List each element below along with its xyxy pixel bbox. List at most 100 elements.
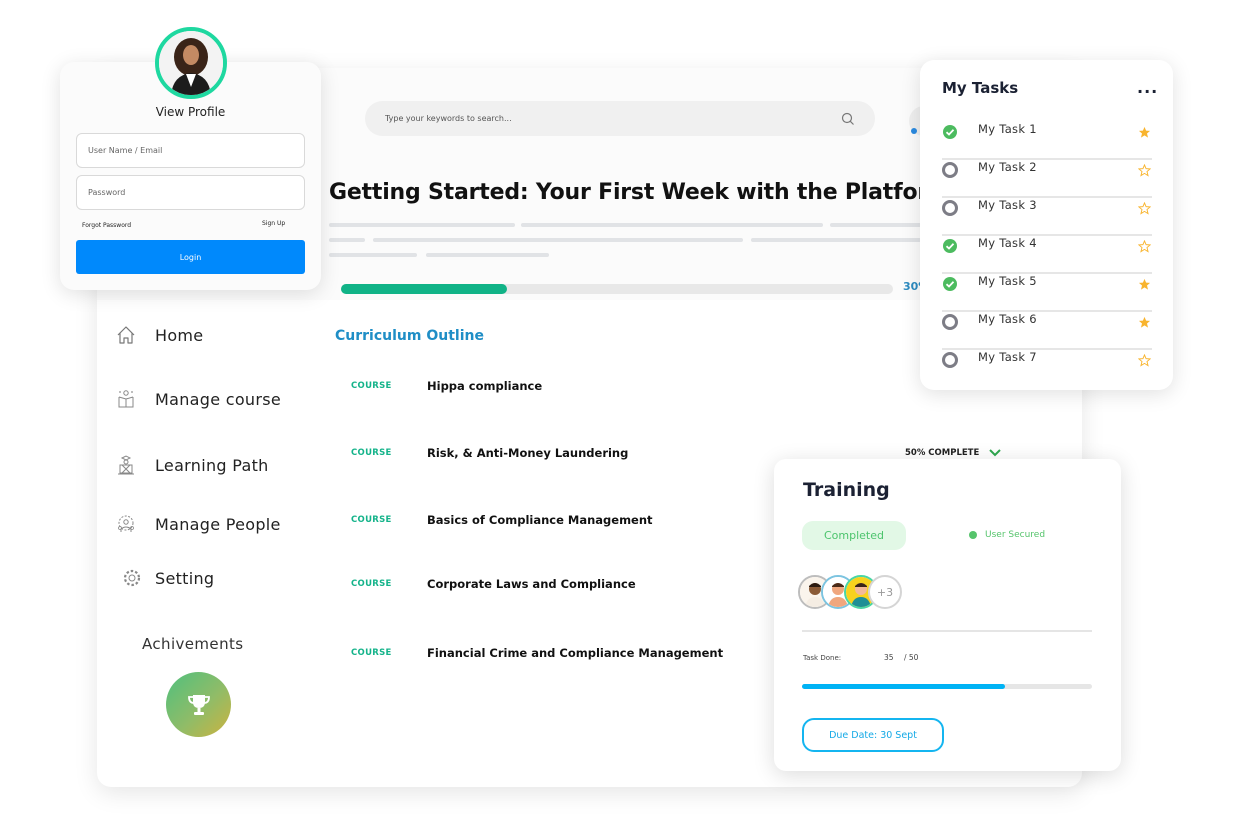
- course-name: Risk, & Anti-Money Laundering: [427, 446, 629, 460]
- course-completion-label: 50% COMPLETE: [905, 448, 980, 458]
- sidebar-item-learning-path[interactable]: Learning Path: [115, 454, 269, 476]
- task-label: My Task 1: [978, 122, 1037, 136]
- empty-circle-icon[interactable]: [942, 352, 958, 368]
- course-progress-fill: [341, 284, 507, 294]
- divider: [802, 630, 1092, 632]
- course-row[interactable]: COURSE Financial Crime and Compliance Ma…: [351, 646, 723, 660]
- status-dot-icon: [969, 531, 977, 539]
- book-icon: [115, 388, 137, 410]
- star-outline-icon[interactable]: [1138, 202, 1151, 215]
- training-progress-track: [802, 684, 1092, 689]
- curriculum-title: Curriculum Outline: [335, 328, 484, 344]
- course-tag: COURSE: [351, 448, 392, 458]
- star-filled-icon[interactable]: [1138, 316, 1151, 329]
- task-done-count: 35: [884, 653, 894, 662]
- course-tag: COURSE: [351, 648, 392, 658]
- course-tag: COURSE: [351, 515, 392, 525]
- course-row[interactable]: COURSE Risk, & Anti-Money Laundering: [351, 446, 628, 460]
- check-circle-icon[interactable]: [942, 124, 958, 140]
- course-tag: COURSE: [351, 381, 392, 391]
- course-name: Hippa compliance: [427, 379, 543, 393]
- task-row[interactable]: My Task 4: [942, 236, 1152, 274]
- star-outline-icon[interactable]: [1138, 354, 1151, 367]
- sidebar-item-setting[interactable]: Setting: [121, 567, 214, 589]
- status-badge: Completed: [802, 521, 906, 550]
- task-row[interactable]: My Task 1: [942, 122, 1152, 160]
- sidebar-item-label: Learning Path: [155, 455, 269, 475]
- course-name: Financial Crime and Compliance Managemen…: [427, 646, 724, 660]
- trophy-icon: [187, 694, 210, 715]
- sidebar-item-label: Manage course: [155, 389, 282, 409]
- training-card: Training Completed User Secured +3 Task …: [774, 459, 1121, 771]
- page-title: Getting Started: Your First Week with th…: [329, 180, 929, 205]
- course-completion-status[interactable]: 50% COMPLETE: [905, 448, 1002, 458]
- sidebar-item-home[interactable]: Home: [115, 324, 203, 346]
- star-filled-icon[interactable]: [1138, 126, 1151, 139]
- course-row[interactable]: COURSE Hippa compliance: [351, 379, 542, 393]
- more-options-icon[interactable]: ...: [1137, 78, 1158, 97]
- star-outline-icon[interactable]: [1138, 240, 1151, 253]
- task-label: My Task 4: [978, 236, 1037, 250]
- course-tag: COURSE: [351, 579, 392, 589]
- graduate-icon: [115, 454, 137, 476]
- search-bar[interactable]: [365, 101, 875, 136]
- person-avatar-icon: [159, 31, 223, 95]
- course-row[interactable]: COURSE Basics of Compliance Management: [351, 513, 653, 527]
- course-name: Corporate Laws and Compliance: [427, 577, 636, 591]
- sign-up-link[interactable]: Sign Up: [262, 220, 285, 227]
- empty-circle-icon[interactable]: [942, 162, 958, 178]
- sidebar-item-label: Manage People: [155, 514, 281, 534]
- profile-photo[interactable]: [155, 27, 227, 99]
- task-label: My Task 6: [978, 312, 1037, 326]
- my-tasks-card: My Tasks ... My Task 1 My Task 2 My Task 3…: [920, 60, 1173, 390]
- course-name: Basics of Compliance Management: [427, 513, 653, 527]
- description-placeholder-line: [830, 223, 930, 227]
- description-placeholder-line: [521, 223, 823, 227]
- task-label: My Task 3: [978, 198, 1037, 212]
- search-icon[interactable]: [841, 112, 855, 126]
- star-outline-icon[interactable]: [1138, 164, 1151, 177]
- view-profile-title[interactable]: View Profile: [60, 105, 321, 119]
- user-secured-label: User Secured: [985, 530, 1046, 540]
- description-placeholder-line: [329, 253, 417, 257]
- tasks-title: My Tasks: [942, 79, 1019, 97]
- task-label: My Task 5: [978, 274, 1037, 288]
- forgot-password-link[interactable]: Forgot Password: [82, 222, 131, 229]
- training-title: Training: [803, 479, 890, 501]
- user-secured-indicator: User Secured: [969, 530, 1045, 540]
- sidebar-item-label: Setting: [155, 568, 215, 588]
- course-row[interactable]: COURSE Corporate Laws and Compliance: [351, 577, 636, 591]
- description-placeholder-line: [426, 253, 549, 257]
- people-gear-icon: [115, 513, 137, 535]
- task-row[interactable]: My Task 2: [942, 160, 1152, 198]
- course-progress-track: [341, 284, 893, 294]
- gear-icon: [121, 567, 143, 589]
- password-field[interactable]: [76, 175, 305, 210]
- sidebar: Home Manage course Learning Path Manage …: [97, 300, 327, 787]
- check-circle-icon[interactable]: [942, 238, 958, 254]
- training-progress-fill: [802, 684, 1005, 689]
- sidebar-item-manage-people[interactable]: Manage People: [115, 513, 281, 535]
- task-done-label: Task Done:: [803, 654, 842, 662]
- check-circle-icon[interactable]: [942, 276, 958, 292]
- due-date-button[interactable]: Due Date: 30 Sept: [802, 718, 944, 752]
- extra-members-count[interactable]: +3: [868, 575, 902, 609]
- chevron-down-icon[interactable]: [989, 449, 1002, 457]
- task-label: My Task 7: [978, 350, 1037, 364]
- empty-circle-icon[interactable]: [942, 314, 958, 330]
- search-input[interactable]: [385, 114, 841, 123]
- star-filled-icon[interactable]: [1138, 278, 1151, 291]
- empty-circle-icon[interactable]: [942, 200, 958, 216]
- username-field[interactable]: [76, 133, 305, 168]
- login-button[interactable]: Login: [76, 240, 305, 274]
- achievement-badge[interactable]: [166, 672, 231, 737]
- task-row[interactable]: My Task 6: [942, 312, 1152, 350]
- task-row[interactable]: My Task 5: [942, 274, 1152, 312]
- achievements-title: Achivements: [142, 635, 244, 653]
- task-row[interactable]: My Task 7: [942, 350, 1152, 388]
- home-icon: [115, 324, 137, 346]
- sidebar-item-manage-course[interactable]: Manage course: [115, 388, 281, 410]
- task-row[interactable]: My Task 3: [942, 198, 1152, 236]
- task-label: My Task 2: [978, 160, 1037, 174]
- description-placeholder-line: [373, 238, 743, 242]
